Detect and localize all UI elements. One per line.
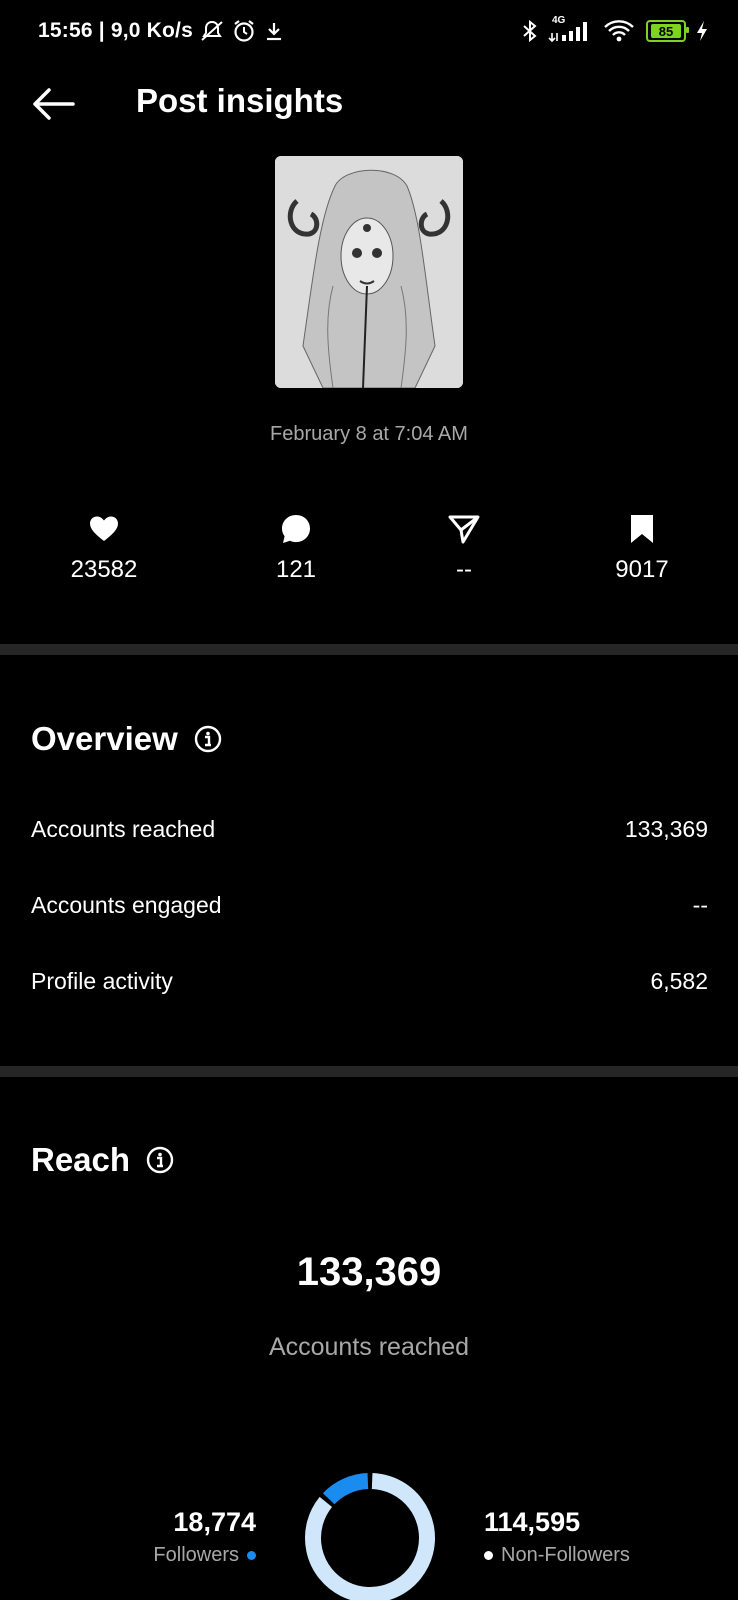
saves-count: 9017 — [615, 556, 669, 583]
reach-donut-chart — [300, 1468, 440, 1600]
overview-title: Overview — [31, 720, 178, 757]
page-title: Post insights — [136, 82, 344, 119]
status-time: 15:56 — [38, 19, 93, 42]
info-icon[interactable] — [146, 1146, 174, 1174]
likes-stat: 23582 — [34, 512, 174, 584]
share-icon — [448, 515, 480, 544]
arrow-left-icon — [33, 88, 75, 120]
overview-heading: Overview — [31, 720, 222, 758]
status-bar-right: 4G 85 — [522, 15, 708, 44]
overview-row-value: 6,582 — [650, 968, 708, 994]
overview-row-label: Accounts engaged — [31, 892, 222, 918]
post-date: February 8 at 7:04 AM — [270, 423, 468, 445]
non-followers-value: 114,595 — [484, 1507, 581, 1537]
likes-count: 23582 — [70, 556, 138, 583]
overview-row-value: -- — [692, 892, 708, 918]
shares-count: -- — [456, 556, 472, 583]
overview-row-label: Accounts reached — [31, 816, 216, 842]
comments-count: 121 — [275, 556, 317, 583]
overview-row-profile-activity[interactable]: Profile activity 6,582 — [31, 968, 708, 995]
section-divider — [0, 644, 738, 655]
signal-icon: 4G — [548, 15, 592, 43]
charging-icon — [697, 21, 707, 41]
non-followers-label: Non-Followers — [501, 1544, 630, 1566]
bookmark-icon — [631, 515, 653, 543]
overview-row-value: 133,369 — [624, 816, 708, 842]
section-divider — [0, 1066, 738, 1077]
reach-heading: Reach — [31, 1141, 174, 1179]
bluetooth-icon — [523, 19, 537, 43]
followers-value: 18,774 — [173, 1507, 256, 1537]
heart-icon — [90, 516, 118, 541]
alarm-icon — [234, 20, 254, 42]
overview-row-reached[interactable]: Accounts reached 133,369 — [31, 816, 708, 843]
info-icon[interactable] — [194, 725, 222, 753]
wifi-icon — [604, 20, 634, 42]
overview-row-label: Profile activity — [31, 968, 173, 994]
battery-level: 85 — [651, 24, 681, 39]
post-thumbnail[interactable] — [275, 156, 463, 388]
status-speed: | 9,0 Ko/s — [98, 19, 193, 42]
non-followers-legend: 114,595 Non-Followers — [484, 1507, 630, 1567]
comments-stat: 121 — [226, 512, 366, 584]
followers-slice — [322, 1473, 369, 1505]
download-icon — [266, 23, 281, 41]
reach-total-label: Accounts reached — [268, 1333, 470, 1361]
non-followers-dot — [484, 1551, 493, 1560]
overview-row-engaged[interactable]: Accounts engaged -- — [31, 892, 708, 919]
back-button[interactable] — [28, 82, 78, 126]
shares-stat: -- — [394, 512, 534, 584]
followers-legend: 18,774 Followers — [153, 1507, 256, 1567]
saves-stat: 9017 — [572, 512, 712, 584]
comment-icon — [282, 515, 310, 543]
reach-total: 133,369 — [296, 1250, 442, 1294]
battery-icon: 85 — [646, 20, 689, 42]
followers-label: Followers — [153, 1544, 239, 1566]
mute-icon — [201, 20, 223, 41]
reach-title: Reach — [31, 1141, 131, 1178]
post-sketch-image — [275, 156, 463, 388]
followers-dot — [247, 1551, 256, 1560]
status-bar-left: 15:56 | 9,0 Ko/s — [38, 18, 285, 44]
